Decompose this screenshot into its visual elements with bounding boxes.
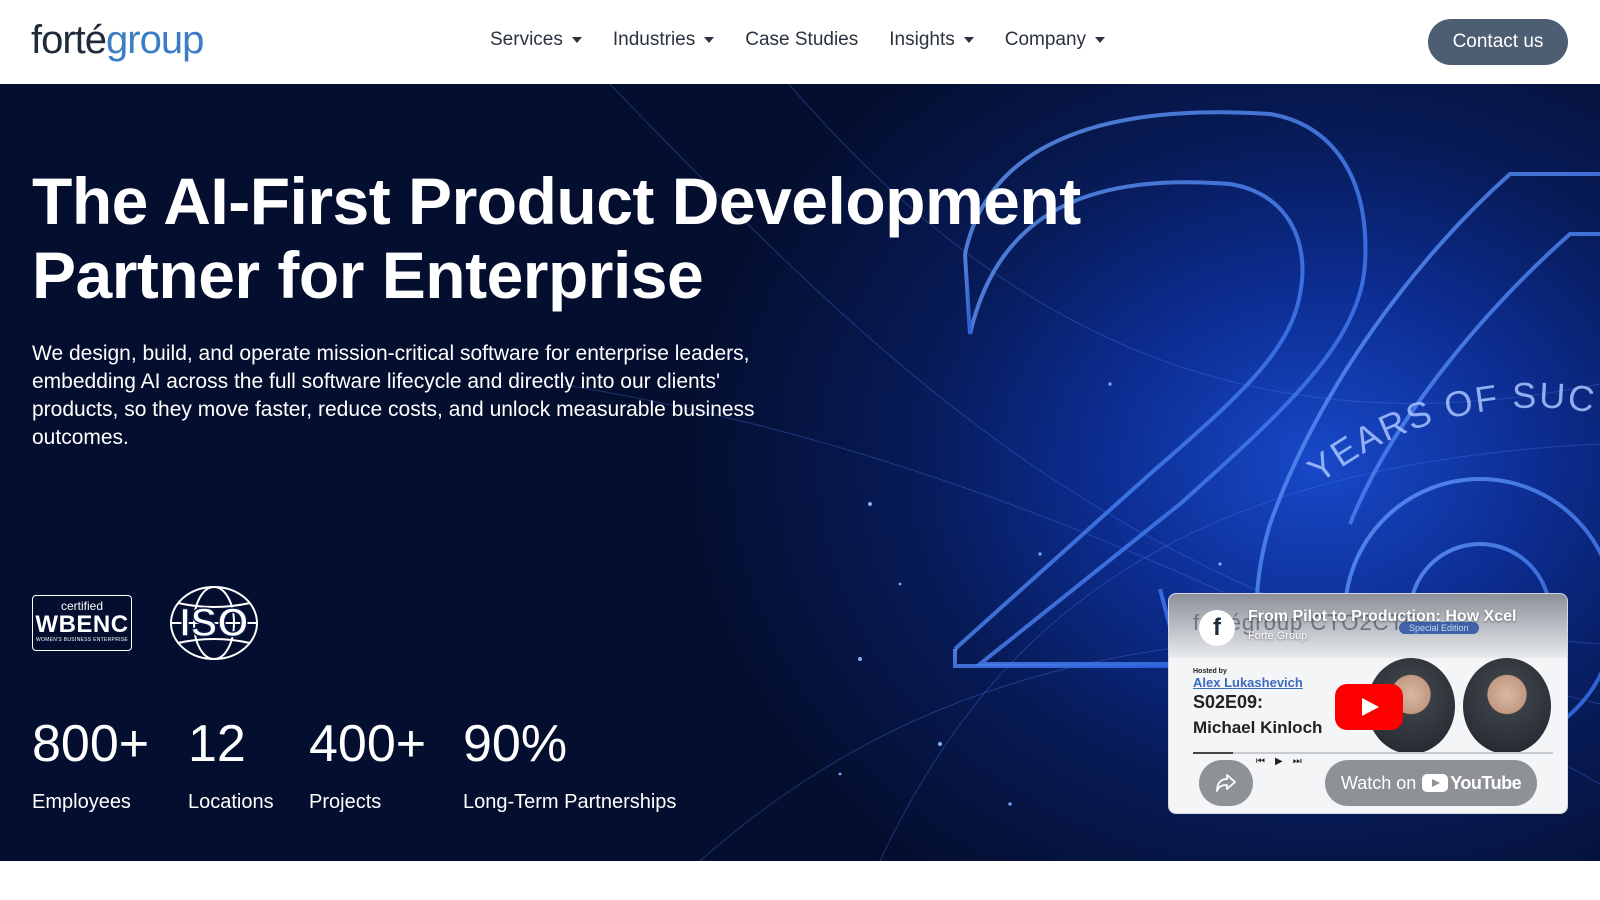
hosted-by-label: Hosted by xyxy=(1193,668,1227,675)
guest-portrait xyxy=(1463,658,1551,754)
nav-label-case-studies: Case Studies xyxy=(745,29,859,50)
nav-item-insights[interactable]: Insights xyxy=(889,29,974,51)
youtube-wordmark: YouTube xyxy=(1450,772,1522,793)
hero-headline-line1: The AI-First Product Development xyxy=(32,164,1081,238)
hero-headline: The AI-First Product Development Partner… xyxy=(32,164,1152,312)
contact-us-button[interactable]: Contact us xyxy=(1428,19,1568,65)
chevron-down-icon xyxy=(704,37,715,43)
watch-on-label: Watch on xyxy=(1340,772,1417,793)
wbenc-subtitle: WOMEN'S BUSINESS ENTERPRISE xyxy=(35,637,129,643)
stat-locations-label: Locations xyxy=(188,791,274,813)
nav-label-industries: Industries xyxy=(612,29,696,50)
stat-projects-value: 400+ xyxy=(309,715,427,773)
stat-partnerships-label: Long-Term Partnerships xyxy=(463,791,677,813)
watch-on-youtube-button[interactable]: Watch on YouTube xyxy=(1325,760,1537,806)
video-title[interactable]: From Pilot to Production: How Xcel xyxy=(1248,608,1548,626)
wbenc-badge: certified WBENC WOMEN'S BUSINESS ENTERPR… xyxy=(32,595,132,651)
logo-text-group: group xyxy=(106,18,204,62)
share-icon xyxy=(1216,774,1236,792)
youtube-logo: YouTube xyxy=(1422,772,1522,794)
main-nav: Services Industries Case Studies Insight… xyxy=(490,29,1106,51)
iso-badge: ISO xyxy=(170,586,258,660)
hero-headline-line2: Partner for Enterprise xyxy=(32,238,704,312)
nav-label-company: Company xyxy=(1004,29,1087,50)
logo-text-forte: forté xyxy=(31,18,107,62)
stat-partnerships-value: 90% xyxy=(463,715,568,773)
nav-label-insights: Insights xyxy=(889,29,955,50)
chevron-down-icon xyxy=(571,37,582,43)
stat-employees-value: 800+ xyxy=(32,715,150,773)
nav-item-industries[interactable]: Industries xyxy=(612,29,715,51)
channel-avatar[interactable]: f xyxy=(1199,610,1235,646)
nav-label-services: Services xyxy=(490,29,563,50)
stat-employees-label: Employees xyxy=(32,791,131,813)
nav-item-case-studies[interactable]: Case Studies xyxy=(745,29,858,51)
hero-subtext: We design, build, and operate mission-cr… xyxy=(32,342,755,449)
stat-locations-value: 12 xyxy=(188,715,246,773)
host-name: Alex Lukashevich xyxy=(1193,675,1303,690)
share-button[interactable] xyxy=(1199,760,1253,806)
nav-item-services[interactable]: Services xyxy=(490,29,582,51)
video-progress-bar[interactable] xyxy=(1193,752,1553,754)
video-channel-name[interactable]: Forte Group xyxy=(1248,630,1307,642)
stat-projects-label: Projects xyxy=(309,791,382,813)
nav-item-company[interactable]: Company xyxy=(1004,29,1106,51)
video-progress-fill xyxy=(1193,752,1233,754)
playback-controls-icon: ⏮▶⏭ xyxy=(1256,756,1312,767)
youtube-icon xyxy=(1422,774,1449,792)
play-icon[interactable] xyxy=(1335,684,1403,730)
iso-text: ISO xyxy=(180,601,249,645)
episode-guest: Michael Kinloch xyxy=(1193,718,1323,737)
site-header: fortégroup Services Industries Case Stud… xyxy=(0,0,1600,84)
wbenc-name: WBENC xyxy=(35,611,129,638)
youtube-video-embed[interactable]: fortégroup CTO2CTO Special Edition f Fro… xyxy=(1168,593,1568,814)
brand-logo[interactable]: fortégroup xyxy=(31,16,204,64)
chevron-down-icon xyxy=(1095,37,1106,43)
episode-number: S02E09: xyxy=(1193,692,1264,712)
chevron-down-icon xyxy=(963,37,974,43)
